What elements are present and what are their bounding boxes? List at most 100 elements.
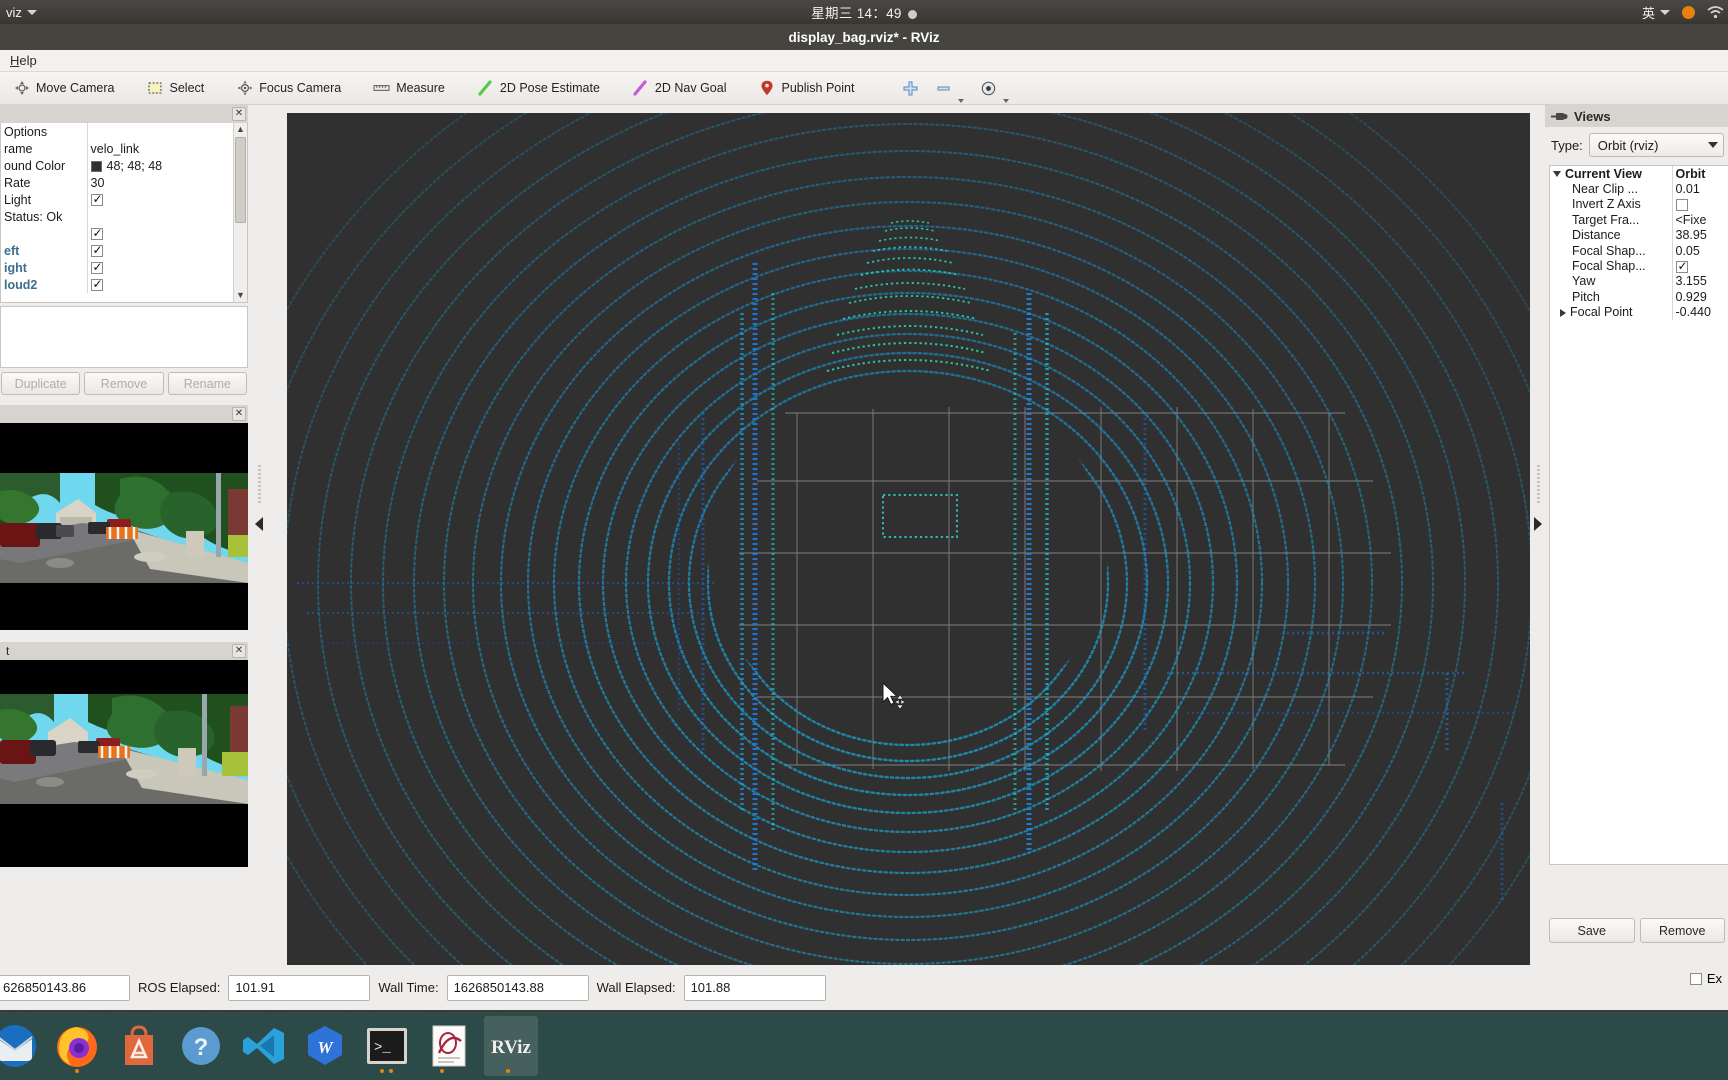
chevron-down-icon[interactable]: [958, 98, 965, 103]
running-indicator: [389, 1069, 393, 1073]
views-row-name: Current View: [1550, 166, 1672, 181]
table-row[interactable]: Options: [1, 123, 247, 140]
collapse-right-arrow-icon[interactable]: [1534, 517, 1542, 531]
image-panel-right-header: t ✕: [0, 642, 248, 660]
views-button-row: Save Remove: [1549, 918, 1725, 943]
table-row[interactable]: loud2: [1, 276, 247, 293]
table-row[interactable]: Focal Shap... 0.05: [1550, 242, 1728, 259]
prop-name: Rate: [1, 174, 88, 191]
chevron-right-icon[interactable]: [1560, 308, 1566, 317]
splitter-grip: [1536, 465, 1540, 505]
add-plus-icon: [902, 80, 919, 97]
tool-add-display[interactable]: [895, 76, 926, 101]
table-row[interactable]: ight: [1, 259, 247, 276]
prop-value: 48; 48; 48: [106, 158, 163, 173]
checkbox[interactable]: [90, 277, 103, 292]
wall-time-label: Wall Time:: [378, 980, 439, 995]
table-row[interactable]: Near Clip ... 0.01: [1550, 181, 1728, 197]
wall-elapsed-field[interactable]: 101.88: [683, 974, 826, 1001]
tool-target-display[interactable]: [973, 76, 1016, 103]
ros-elapsed-label: ROS Elapsed:: [138, 980, 221, 995]
left-splitter[interactable]: [252, 105, 266, 965]
tool-select[interactable]: Select: [138, 76, 214, 101]
menu-item-help[interactable]: Help: [0, 53, 47, 68]
prop-name: loud2: [1, 276, 88, 293]
table-row[interactable]: Yaw 3.155: [1550, 273, 1728, 290]
launcher-item-vscode[interactable]: [236, 1016, 290, 1076]
launcher-item-firefox[interactable]: [50, 1016, 104, 1076]
displays-property-tree[interactable]: Options rame velo_link ound Color 48; 48…: [0, 123, 248, 303]
tool-measure[interactable]: Measure: [364, 76, 454, 101]
table-row[interactable]: rame velo_link: [1, 140, 247, 157]
tool-focus-camera[interactable]: Focus Camera: [227, 76, 350, 101]
launcher-item-rviz[interactable]: RViz: [484, 1016, 538, 1076]
checkbox[interactable]: [90, 243, 103, 258]
table-row[interactable]: eft: [1, 242, 247, 259]
launcher-item-wps[interactable]: W: [298, 1016, 352, 1076]
scroll-down-arrow-icon[interactable]: ▼: [236, 289, 245, 302]
save-button[interactable]: Save: [1549, 918, 1635, 943]
table-row[interactable]: Current View Orbit: [1550, 166, 1728, 182]
close-icon[interactable]: ✕: [232, 644, 246, 658]
ime-indicator[interactable]: 英: [1642, 3, 1670, 22]
experimental-label: Ex: [1706, 971, 1722, 986]
remove-view-button[interactable]: Remove: [1639, 918, 1725, 943]
3d-render-view[interactable]: [287, 113, 1530, 967]
view-type-select[interactable]: Orbit (rviz): [1588, 133, 1724, 157]
table-row[interactable]: Focal Shap...: [1550, 258, 1728, 274]
displays-vertical-scrollbar[interactable]: ▲ ▼: [233, 123, 247, 302]
table-row[interactable]: Distance 38.95: [1550, 227, 1728, 243]
launcher-item-help[interactable]: ?: [174, 1016, 228, 1076]
table-row[interactable]: Target Fra... <Fixe: [1550, 212, 1728, 228]
table-row[interactable]: Pitch 0.929: [1550, 289, 1728, 305]
tool-remove-display[interactable]: [928, 76, 971, 103]
remove-button[interactable]: Remove: [84, 372, 164, 395]
collapse-left-arrow-icon[interactable]: [255, 517, 263, 531]
table-row[interactable]: Invert Z Axis: [1550, 196, 1728, 213]
checkbox[interactable]: [1675, 259, 1688, 273]
launcher-item-terminal[interactable]: >_: [360, 1016, 414, 1076]
checkbox[interactable]: [90, 192, 103, 207]
close-icon[interactable]: ✕: [232, 407, 246, 421]
views-property-tree[interactable]: Current View Orbit Near Clip ... 0.01 In…: [1549, 165, 1728, 865]
checkbox[interactable]: [90, 260, 103, 275]
rviz-application: Help Move Camera Select Focus Camera Mea…: [0, 50, 1728, 1024]
rename-button[interactable]: Rename: [167, 372, 247, 395]
table-row[interactable]: Light: [1, 191, 247, 208]
tool-pose-estimate[interactable]: 2D Pose Estimate: [468, 76, 609, 101]
right-splitter[interactable]: [1531, 105, 1545, 965]
close-icon[interactable]: ✕: [232, 107, 246, 121]
document-viewer-icon: [432, 1025, 466, 1067]
vscode-icon: [243, 1028, 284, 1064]
system-app-menu[interactable]: viz: [0, 5, 37, 20]
chevron-down-icon[interactable]: [1553, 171, 1561, 178]
tool-publish-point[interactable]: Publish Point: [749, 76, 863, 101]
scrollbar-thumb[interactable]: [235, 137, 246, 223]
firefox-icon: [57, 1027, 97, 1067]
table-row[interactable]: Status: Ok: [1, 208, 247, 225]
table-row[interactable]: Rate 30: [1, 174, 247, 191]
network-icon[interactable]: [1707, 5, 1724, 19]
ros-time-field[interactable]: 626850143.86: [0, 974, 130, 1001]
wall-time-field[interactable]: 1626850143.88: [446, 974, 589, 1001]
chevron-down-icon[interactable]: [1003, 98, 1010, 103]
tool-nav-goal[interactable]: 2D Nav Goal: [623, 76, 736, 101]
table-row[interactable]: ound Color 48; 48; 48: [1, 157, 247, 174]
checkbox[interactable]: [1689, 972, 1702, 985]
system-clock[interactable]: 星期三 14：49: [0, 2, 1728, 22]
table-row[interactable]: [1, 225, 247, 242]
orange-circle-icon[interactable]: [1682, 5, 1695, 19]
launcher-item-ubuntu-software[interactable]: [112, 1016, 166, 1076]
tool-move-camera[interactable]: Move Camera: [4, 76, 124, 101]
ros-elapsed-field[interactable]: 101.91: [228, 974, 371, 1001]
experimental-toggle[interactable]: Ex: [1689, 971, 1722, 986]
table-row[interactable]: Focal Point -0.440: [1550, 304, 1728, 320]
scroll-up-arrow-icon[interactable]: ▲: [236, 123, 245, 136]
checkbox[interactable]: [1675, 199, 1688, 212]
launcher-item-document-viewer[interactable]: [422, 1016, 476, 1076]
views-row-name: Focal Shap...: [1572, 243, 1646, 258]
checkbox[interactable]: [90, 226, 103, 241]
duplicate-button[interactable]: Duplicate: [1, 372, 81, 395]
tool-publish-point-label: Publish Point: [781, 81, 855, 95]
launcher-item-thunderbird[interactable]: [0, 1016, 42, 1076]
